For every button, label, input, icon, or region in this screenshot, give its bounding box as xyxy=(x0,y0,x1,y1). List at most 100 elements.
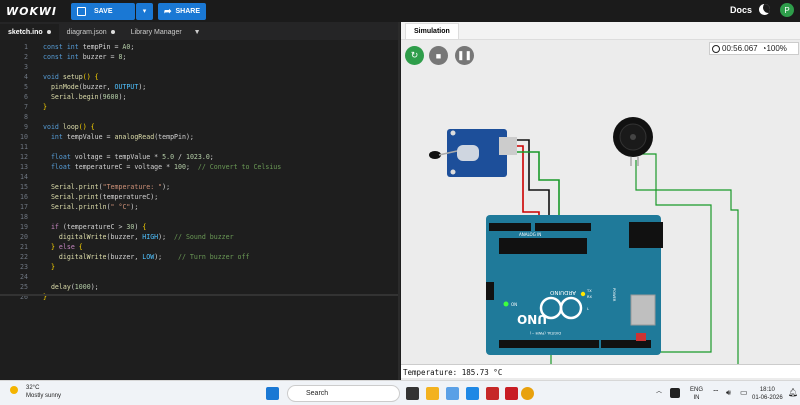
tabs-menu-icon[interactable]: ▼ xyxy=(194,29,201,36)
code-line[interactable]: 10 int tempValue = analogRead(tempPin); xyxy=(0,133,398,143)
line-number: 13 xyxy=(20,163,28,171)
mcafee-icon[interactable] xyxy=(505,387,518,400)
tray-app-icon[interactable] xyxy=(670,388,680,398)
circuit-canvas[interactable]: ANALOG IN UNO ARDUINO DIGITAL (PWM ~) ON… xyxy=(401,40,800,384)
save-button[interactable]: SAVE xyxy=(70,2,135,20)
code-line[interactable]: 13 float temperatureC = voltage * 100; /… xyxy=(0,163,398,173)
code-text: digitalWrite(buzzer, HIGH); // Sound buz… xyxy=(58,233,234,241)
code-line[interactable]: 20 digitalWrite(buzzer, HIGH); // Sound … xyxy=(0,233,398,243)
copilot-icon[interactable] xyxy=(446,387,459,400)
tab-simulation[interactable]: Simulation xyxy=(405,23,459,39)
tx-label: TX xyxy=(586,289,592,293)
code-line[interactable]: 18 xyxy=(0,213,398,223)
code-text: int tempValue = analogRead(tempPin); xyxy=(50,133,194,141)
code-line[interactable]: 21 } else { xyxy=(0,243,398,253)
tab-sketch-ino[interactable]: sketch.ino xyxy=(0,24,59,40)
board-model-label: UNO xyxy=(517,312,547,326)
tray-chevron-up-icon[interactable]: ︿ xyxy=(656,388,662,396)
dark-mode-icon[interactable] xyxy=(759,4,770,15)
code-text: } xyxy=(43,103,47,111)
start-icon[interactable] xyxy=(266,387,279,400)
pause-icon: ❚❚ xyxy=(456,50,473,60)
avatar[interactable]: P xyxy=(780,3,794,17)
simulation-timer: 00:56.067 ◔ 100% xyxy=(709,42,799,55)
code-text: } xyxy=(50,263,55,271)
code-text: Serial.print(temperatureC); xyxy=(50,193,159,201)
code-line[interactable]: 16 Serial.print(temperatureC); xyxy=(0,193,398,203)
buzzer[interactable] xyxy=(613,117,653,166)
code-line[interactable]: 24 xyxy=(0,273,398,283)
wire-vcc[interactable] xyxy=(517,145,540,222)
code-line[interactable]: 1 const int tempPin = A0; xyxy=(0,43,398,53)
volume-icon[interactable]: 🔊︎ xyxy=(726,389,731,397)
chrome-icon[interactable] xyxy=(521,387,534,400)
code-line[interactable]: 9 void loop() { xyxy=(0,123,398,133)
code-line[interactable]: 6 Serial.begin(9600); xyxy=(0,93,398,103)
line-number: 7 xyxy=(24,103,28,111)
line-number: 24 xyxy=(20,273,28,281)
code-line[interactable]: 23 } xyxy=(0,263,398,273)
clock-widget[interactable]: 18:10 01-06-2026 xyxy=(752,386,783,402)
tab-diagram-json[interactable]: diagram.json xyxy=(59,24,123,40)
windows-taskbar: 32°C Mostly sunny Search ︿ ENG IN ⌔ 🔊︎ ▭… xyxy=(0,380,800,405)
weather-widget[interactable]: 32°C Mostly sunny xyxy=(10,384,61,400)
battery-icon[interactable]: ▭ xyxy=(740,389,748,397)
code-line[interactable]: 19 if (temperatureC > 30) { xyxy=(0,223,398,233)
code-line[interactable]: 25 delay(1000); xyxy=(0,283,398,293)
line-number: 1 xyxy=(24,43,28,51)
editor-tabs: sketch.ino diagram.json Library Manager … xyxy=(0,22,398,40)
code-line[interactable]: 17 Serial.println(" °C"); xyxy=(0,203,398,213)
code-line[interactable]: 3 xyxy=(0,63,398,73)
code-line[interactable]: 22 digitalWrite(buzzer, LOW); // Turn bu… xyxy=(0,253,398,263)
line-number: 10 xyxy=(20,133,28,141)
code-text: float temperatureC = voltage * 100; // C… xyxy=(50,163,282,171)
clock-date: 01-06-2026 xyxy=(752,395,783,401)
taskbar-search[interactable]: Search xyxy=(287,385,400,402)
code-area[interactable]: 1 const int tempPin = A0; 2 const int buzze… xyxy=(0,40,398,384)
code-line[interactable]: 12 float voltage = tempValue * 5.0 / 102… xyxy=(0,153,398,163)
restart-button[interactable]: ↻ xyxy=(405,46,424,65)
line-number: 15 xyxy=(20,183,28,191)
modified-dot-icon xyxy=(46,30,51,34)
code-text: Serial.print("Temperature: "); xyxy=(50,183,171,191)
file-explorer-icon[interactable] xyxy=(426,387,439,400)
code-line[interactable]: 4 void setup() { xyxy=(0,73,398,83)
language-indicator[interactable]: ENG IN xyxy=(690,386,703,402)
analog-in-label: ANALOG IN xyxy=(519,232,541,237)
docs-link[interactable]: Docs xyxy=(730,5,752,15)
pause-button[interactable]: ❚❚ xyxy=(455,46,474,65)
serial-monitor[interactable]: Temperature: 185.73 °C xyxy=(401,364,800,378)
code-line[interactable]: 5 pinMode(buzzer, OUTPUT); xyxy=(0,83,398,93)
power-label: POWER xyxy=(612,288,616,302)
wokwi-logo[interactable]: WOKWI xyxy=(6,5,57,18)
temperature-sensor-module[interactable] xyxy=(429,129,517,177)
share-button[interactable]: ➦ SHARE xyxy=(157,2,206,20)
wifi-icon[interactable]: ⌔ xyxy=(712,389,720,397)
modified-dot-icon xyxy=(110,30,115,34)
arduino-uno-board[interactable]: ANALOG IN UNO ARDUINO DIGITAL (PWM ~) ON… xyxy=(486,215,663,355)
line-number: 11 xyxy=(20,143,28,151)
code-line[interactable]: 8 xyxy=(0,113,398,123)
code-text: const int tempPin = A0; xyxy=(43,43,135,51)
store-icon[interactable] xyxy=(486,387,499,400)
code-text: } else { xyxy=(50,243,83,251)
line-number: 17 xyxy=(20,203,28,211)
chevron-down-icon: ▾ xyxy=(142,8,147,15)
code-line[interactable]: 7} xyxy=(0,103,398,113)
digital-pins-label: DIGITAL (PWM ~) xyxy=(529,331,561,335)
save-dropdown-button[interactable]: ▾ xyxy=(135,2,153,20)
lang-code: ENG xyxy=(690,387,704,393)
line-number: 3 xyxy=(24,63,28,71)
code-line[interactable]: 15 Serial.print("Temperature: "); xyxy=(0,183,398,193)
code-line[interactable]: 14 xyxy=(0,173,398,183)
line-number: 6 xyxy=(24,93,28,101)
task-view-icon[interactable] xyxy=(406,387,419,400)
code-line[interactable]: 11 xyxy=(0,143,398,153)
weather-temp: 32°C xyxy=(26,385,40,391)
tab-library-manager[interactable]: Library Manager xyxy=(123,24,190,40)
code-line[interactable]: 2 const int buzzer = 8; xyxy=(0,53,398,63)
edge-icon[interactable] xyxy=(466,387,479,400)
line-number: 25 xyxy=(20,283,28,291)
stop-button[interactable]: ■ xyxy=(429,46,448,65)
notification-bell-icon[interactable]: 🔔︎ xyxy=(788,389,798,397)
